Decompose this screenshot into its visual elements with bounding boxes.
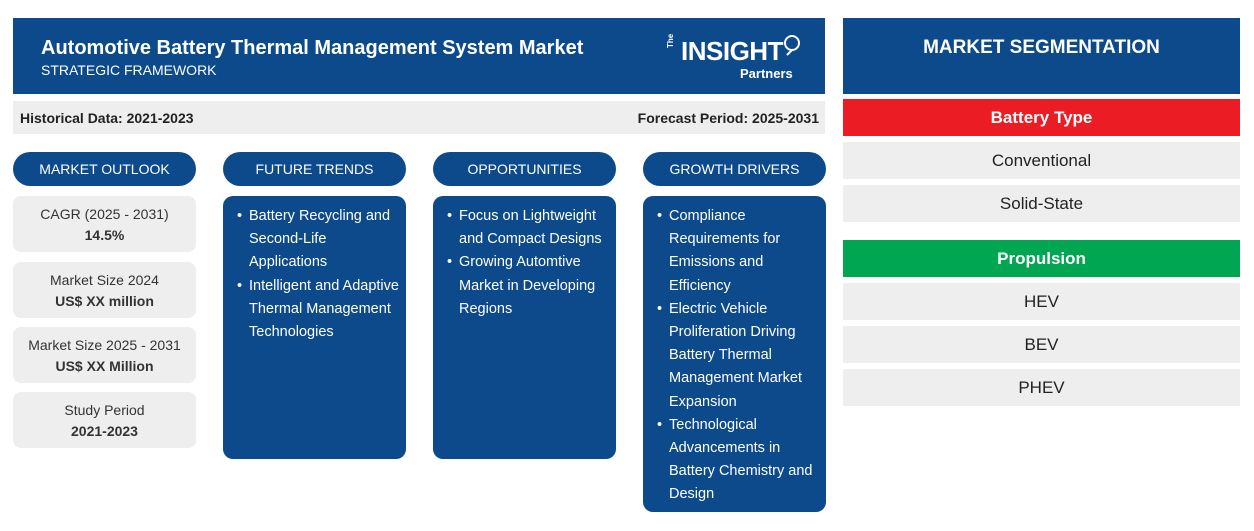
growth-drivers-box: Compliance Requirements for Emissions an…: [643, 196, 826, 512]
opportunities-box: Focus on Lightweight and Compact Designs…: [433, 196, 616, 459]
segment-propulsion-heading: Propulsion: [843, 240, 1240, 277]
stat-label: CAGR (2025 - 2031): [40, 206, 169, 222]
insight-partners-logo: The INSIGHT Partners: [665, 34, 810, 84]
segment-item-bev: BEV: [843, 326, 1240, 363]
forecast-period: Forecast Period: 2025-2031: [637, 110, 819, 126]
market-size-forecast-card: Market Size 2025 - 2031 US$ XX Million: [13, 327, 196, 383]
logo-insight-text: INSIGHT: [681, 36, 783, 66]
logo-bulb-icon: [784, 35, 800, 56]
report-header: Automotive Battery Thermal Management Sy…: [13, 18, 825, 94]
stat-value: 2021-2023: [71, 423, 138, 439]
trend-item: Intelligent and Adaptive Thermal Managem…: [237, 275, 402, 345]
period-bar: Historical Data: 2021-2023 Forecast Peri…: [13, 101, 825, 134]
stat-label: Market Size 2025 - 2031: [28, 337, 181, 353]
report-title: Automotive Battery Thermal Management Sy…: [41, 37, 584, 59]
future-trends-box: Battery Recycling and Second-Life Applic…: [223, 196, 406, 459]
stat-label: Market Size 2024: [50, 272, 159, 288]
future-trends-heading: FUTURE TRENDS: [223, 152, 406, 186]
market-outlook-heading: MARKET OUTLOOK: [13, 152, 196, 186]
study-period-card: Study Period 2021-2023: [13, 392, 196, 448]
stat-value: 14.5%: [84, 227, 125, 243]
opportunity-item: Growing Automtive Market in Developing R…: [447, 251, 612, 321]
stat-value: US$ XX million: [55, 293, 154, 309]
market-segmentation-title: MARKET SEGMENTATION: [843, 18, 1240, 94]
logo-partners-text: Partners: [740, 66, 793, 81]
segment-item-solid-state: Solid-State: [843, 185, 1240, 222]
report-subtitle: STRATEGIC FRAMEWORK: [41, 62, 217, 78]
stat-label: Study Period: [64, 402, 145, 418]
segment-item-phev: PHEV: [843, 369, 1240, 406]
stat-value: US$ XX Million: [55, 358, 154, 374]
driver-item: Technological Advancements in Battery Ch…: [657, 414, 822, 507]
segment-item-hev: HEV: [843, 283, 1240, 320]
logo-the-text: The: [666, 33, 675, 48]
segment-battery-type-heading: Battery Type: [843, 99, 1240, 136]
driver-item: Electric Vehicle Proliferation Driving B…: [657, 298, 822, 414]
historical-data: Historical Data: 2021-2023: [20, 110, 194, 126]
growth-drivers-heading: GROWTH DRIVERS: [643, 152, 826, 186]
cagr-card: CAGR (2025 - 2031) 14.5%: [13, 196, 196, 252]
trend-item: Battery Recycling and Second-Life Applic…: [237, 205, 402, 275]
opportunities-heading: OPPORTUNITIES: [433, 152, 616, 186]
segment-item-conventional: Conventional: [843, 142, 1240, 179]
driver-item: Compliance Requirements for Emissions an…: [657, 205, 822, 298]
opportunity-item: Focus on Lightweight and Compact Designs: [447, 205, 612, 251]
market-size-2024-card: Market Size 2024 US$ XX million: [13, 262, 196, 318]
